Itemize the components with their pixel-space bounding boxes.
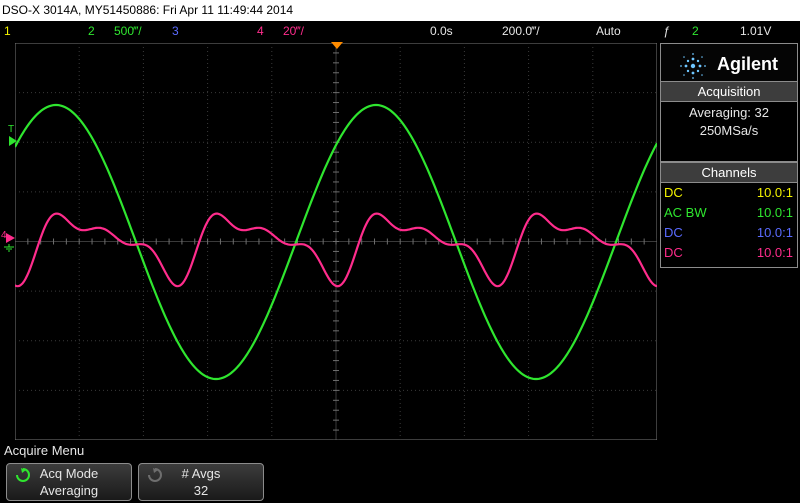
- channel-2-probe: 10.0:1: [756, 205, 793, 220]
- channel-2-coupling: AC BW: [664, 205, 707, 220]
- trigger-source: 2: [692, 24, 699, 38]
- channels-box: Channels DC 10.0:1 AC BW 10.0:1 DC 10.0:1 D…: [660, 162, 798, 268]
- num-avgs-value: 32: [193, 483, 209, 498]
- time-offset: 0.0s: [430, 24, 453, 38]
- channel-1-probe: 10.0:1: [756, 185, 793, 200]
- time-scale: 200.0‴/: [502, 24, 540, 38]
- acq-mode-value: Averaging: [39, 483, 99, 498]
- channel-2-ground-marker[interactable]: [9, 136, 19, 148]
- brand-name: Agilent: [717, 54, 778, 74]
- trigger-edge-icon: ƒ: [663, 24, 670, 38]
- info-side-panel: Agilent Acquisition Averaging: 32 250MSa…: [660, 43, 799, 440]
- ground-symbol-icon: [4, 244, 14, 252]
- acq-mode-softkey[interactable]: Acq Mode Averaging: [6, 463, 132, 501]
- channel-1-indicator[interactable]: 1: [4, 21, 11, 42]
- channel-2-scale: 500‴/: [114, 24, 142, 38]
- acq-mode-label: Acq Mode: [39, 466, 99, 481]
- menu-title: Acquire Menu: [4, 443, 85, 458]
- window-title-bar: DSO-X 3014A, MY51450886: Fri Apr 11 11:4…: [0, 0, 800, 21]
- waveform-display[interactable]: [15, 43, 657, 440]
- channel-2-indicator[interactable]: 2: [88, 21, 95, 42]
- num-avgs-label: # Avgs: [181, 466, 221, 481]
- channel-row-2[interactable]: AC BW 10.0:1: [661, 203, 797, 223]
- channel-row-1[interactable]: DC 10.0:1: [661, 183, 797, 203]
- channel-4-coupling: DC: [664, 245, 683, 260]
- acquisition-box: Acquisition Averaging: 32 250MSa/s: [660, 81, 798, 162]
- trigger-level: 1.01V: [740, 24, 772, 38]
- spark-logo-icon: [680, 53, 706, 79]
- status-bar: 1 2 500‴/ 3 4 20‴/ 0.0s 200.0‴/ Auto ƒ 2…: [0, 21, 800, 42]
- channel-4-probe: 10.0:1: [756, 245, 793, 260]
- channel-4-indicator[interactable]: 4: [257, 21, 264, 42]
- trigger-level-label: T: [8, 124, 15, 135]
- acquisition-mode: Averaging: 32: [689, 105, 769, 120]
- trigger-position-marker[interactable]: [331, 42, 345, 51]
- trigger-mode: Auto: [596, 24, 621, 38]
- channel-3-probe: 10.0:1: [756, 225, 793, 240]
- channel-1-coupling: DC: [664, 185, 683, 200]
- channel-row-3[interactable]: DC 10.0:1: [661, 223, 797, 243]
- channels-header: Channels: [661, 163, 797, 183]
- acquisition-sample-rate: 250MSa/s: [699, 123, 759, 138]
- brand-logo: Agilent: [660, 43, 798, 86]
- window-title: DSO-X 3014A, MY51450886: Fri Apr 11 11:4…: [2, 3, 294, 17]
- channel-3-coupling: DC: [664, 225, 683, 240]
- channel-3-indicator[interactable]: 3: [172, 21, 179, 42]
- num-avgs-softkey[interactable]: # Avgs 32: [138, 463, 264, 501]
- channel-row-4[interactable]: DC 10.0:1: [661, 243, 797, 263]
- channel-4-scale: 20‴/: [283, 24, 304, 38]
- acquisition-header: Acquisition: [661, 82, 797, 102]
